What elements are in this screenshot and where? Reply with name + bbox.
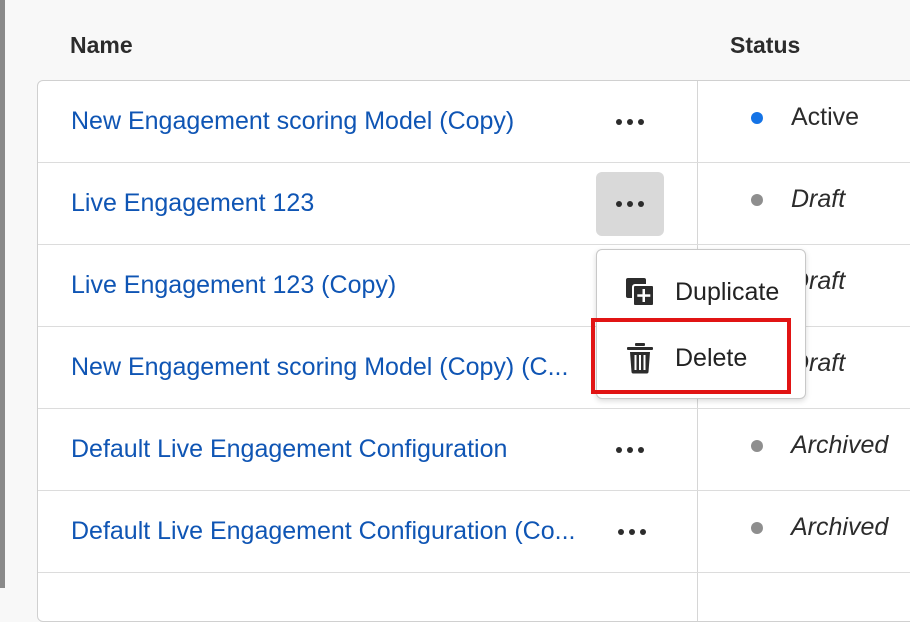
more-icon — [616, 447, 644, 453]
status-cell: Archived — [751, 513, 888, 542]
row-name-link[interactable]: Live Engagement 123 (Copy) — [71, 271, 396, 300]
status-cell: Draft — [751, 185, 845, 214]
more-actions-button[interactable] — [596, 90, 664, 154]
menu-item-duplicate[interactable]: Duplicate — [597, 264, 805, 320]
row-actions-menu: Duplicate Delete — [596, 249, 806, 399]
menu-item-label: Delete — [675, 343, 748, 372]
table-row: Live Engagement 123 Draft — [38, 163, 910, 245]
table-row: New Engagement scoring Model (Copy) Acti… — [38, 81, 910, 163]
more-icon — [618, 529, 646, 535]
row-name-link[interactable]: New Engagement scoring Model (Copy) — [71, 107, 514, 136]
more-actions-button[interactable] — [596, 418, 664, 482]
status-dot-icon — [751, 111, 763, 124]
status-dot-icon — [751, 521, 763, 534]
status-dot-icon — [751, 439, 763, 452]
duplicate-icon — [623, 275, 657, 309]
table-row: Default Live Engagement Configuration (C… — [38, 491, 910, 573]
status-dot-icon — [751, 193, 763, 206]
column-header-status[interactable]: Status — [730, 32, 800, 59]
status-label: Archived — [791, 513, 889, 541]
more-actions-button-active[interactable] — [596, 172, 664, 236]
status-label: Active — [791, 103, 860, 131]
left-rail — [0, 0, 5, 588]
trash-icon — [623, 341, 657, 375]
more-icon — [616, 119, 644, 125]
row-name-link[interactable]: Live Engagement 123 — [71, 189, 314, 218]
menu-item-label: Duplicate — [675, 277, 780, 306]
status-label: Draft — [791, 185, 846, 213]
status-cell: Active — [751, 103, 859, 132]
more-actions-button[interactable] — [598, 500, 666, 564]
row-name-link[interactable]: Default Live Engagement Configuration (C… — [71, 517, 575, 546]
more-icon — [616, 201, 644, 207]
column-header-name[interactable]: Name — [70, 32, 133, 59]
row-name-link[interactable]: Default Live Engagement Configuration — [71, 435, 507, 464]
row-name-link[interactable]: New Engagement scoring Model (Copy) (C..… — [71, 353, 568, 382]
status-label: Archived — [791, 431, 889, 459]
menu-item-delete[interactable]: Delete — [597, 330, 805, 386]
table-row: Default Live Engagement Configuration Ar… — [38, 409, 910, 491]
status-cell: Archived — [751, 431, 888, 460]
